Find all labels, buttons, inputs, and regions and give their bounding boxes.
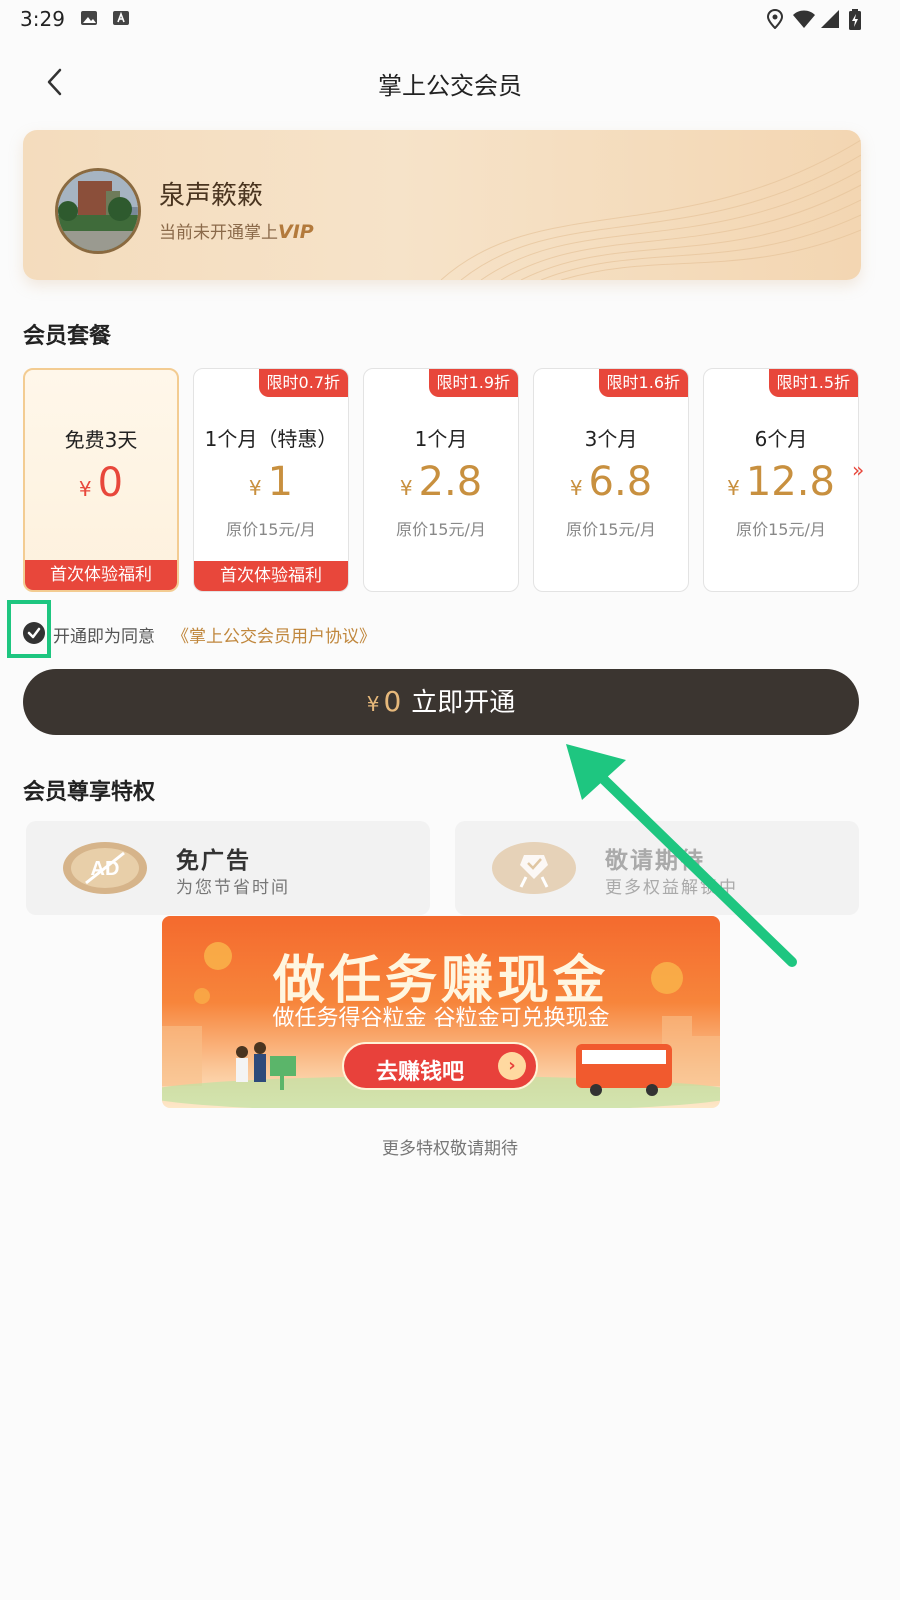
cellular-signal-icon (821, 10, 839, 28)
status-time: 3:29 (20, 7, 65, 31)
privilege-card-coming-soon[interactable]: 敬请期待 更多权益解锁中 (455, 821, 859, 915)
user-avatar[interactable] (55, 168, 141, 254)
original-price: 原价15元/月 (736, 520, 826, 539)
privilege-subtitle: 为您节省时间 (176, 878, 290, 898)
plan-benefit-label: 首次体验福利 (194, 561, 348, 591)
status-bar: 3:29 (0, 0, 900, 40)
plan-price: ¥0 (78, 460, 124, 506)
privilege-title: 免广告 (176, 848, 251, 874)
plan-name: 3个月 (584, 427, 638, 451)
privilege-title: 敬请期待 (605, 848, 705, 874)
plan-card-free-3-days[interactable]: 免费3天 ¥0 首次体验福利 (23, 368, 179, 592)
plan-card-1-month-special[interactable]: 限时0.7折 1个月（特惠） ¥1 原价15元/月 首次体验福利 (193, 368, 349, 592)
discount-tag: 限时1.6折 (598, 369, 688, 397)
footer-note: 更多特权敬请期待 (382, 1139, 518, 1159)
privileges-section-title: 会员尊享特权 (23, 780, 156, 805)
plans-section-title: 会员套餐 (23, 324, 112, 349)
original-price: 原价15元/月 (226, 520, 316, 539)
earn-cash-banner[interactable]: 做任务赚现金 做任务得谷粒金 谷粒金可兑换现金 去赚钱吧 › (162, 916, 720, 1108)
agreement-text: 开通即为同意 (53, 627, 155, 647)
plan-card-3-months[interactable]: 限时1.6折 3个月 ¥6.8 原价15元/月 (533, 368, 689, 592)
plan-price: ¥2.8 (399, 459, 483, 505)
agreement-row: 开通即为同意 《掌上公交会员用户协议》 (0, 600, 900, 660)
user-name: 泉声簌簌 (159, 181, 264, 211)
image-notification-icon (81, 11, 97, 25)
discount-tag: 限时1.5折 (768, 369, 858, 397)
scroll-more-icon[interactable]: » (852, 458, 864, 482)
page-title: 掌上公交会员 (378, 72, 522, 100)
earn-money-button[interactable]: 去赚钱吧 › (342, 1042, 538, 1090)
plan-name: 1个月（特惠） (204, 427, 338, 451)
wave-pattern-decoration (440, 139, 861, 280)
agreement-link[interactable]: 《掌上公交会员用户协议》 (172, 622, 376, 647)
earn-money-label: 去赚钱吧 (376, 1060, 465, 1085)
badge-icon (492, 842, 576, 894)
discount-tag: 限时0.7折 (258, 369, 348, 397)
plan-carousel[interactable]: 免费3天 ¥0 首次体验福利 限时0.7折 1个月（特惠） ¥1 原价15元/月… (23, 368, 900, 598)
vip-label: VIP (278, 221, 314, 243)
privilege-subtitle: 更多权益解锁中 (605, 878, 738, 898)
plan-price: ¥12.8 (727, 459, 835, 505)
button-currency: ¥ (366, 692, 380, 716)
privilege-card-no-ads[interactable]: AD 免广告 为您节省时间 (26, 821, 430, 915)
plan-name: 6个月 (754, 427, 808, 451)
top-nav-bar: 掌上公交会员 (0, 48, 900, 120)
battery-charging-icon (849, 9, 861, 30)
plan-benefit-label: 首次体验福利 (25, 560, 177, 590)
original-price: 原价15元/月 (566, 520, 656, 539)
vip-status-text: 当前未开通掌上VIP (159, 221, 314, 243)
agreement-checkbox-icon[interactable] (23, 622, 45, 644)
plan-price: ¥1 (248, 459, 294, 505)
open-membership-button[interactable]: ¥0 立即开通 (23, 669, 859, 735)
plan-name: 1个月 (414, 427, 468, 451)
plan-card-6-months[interactable]: 限时1.5折 6个月 ¥12.8 原价15元/月 (703, 368, 859, 592)
plan-name: 免费3天 (64, 428, 138, 452)
button-label: 立即开通 (411, 688, 516, 718)
discount-tag: 限时1.9折 (428, 369, 518, 397)
chevron-right-icon: › (498, 1052, 526, 1080)
wifi-icon (793, 10, 815, 28)
banner-subtitle: 做任务得谷粒金 谷粒金可兑换现金 (272, 1006, 610, 1031)
button-amount: 0 (383, 685, 402, 718)
plan-price: ¥6.8 (569, 459, 653, 505)
text-notification-icon (113, 11, 129, 25)
plan-card-1-month[interactable]: 限时1.9折 1个月 ¥2.8 原价15元/月 (363, 368, 519, 592)
original-price: 原价15元/月 (396, 520, 486, 539)
membership-profile-card: 泉声簌簌 当前未开通掌上VIP (23, 130, 861, 280)
no-ad-icon: AD (63, 842, 147, 894)
location-icon (766, 9, 784, 29)
